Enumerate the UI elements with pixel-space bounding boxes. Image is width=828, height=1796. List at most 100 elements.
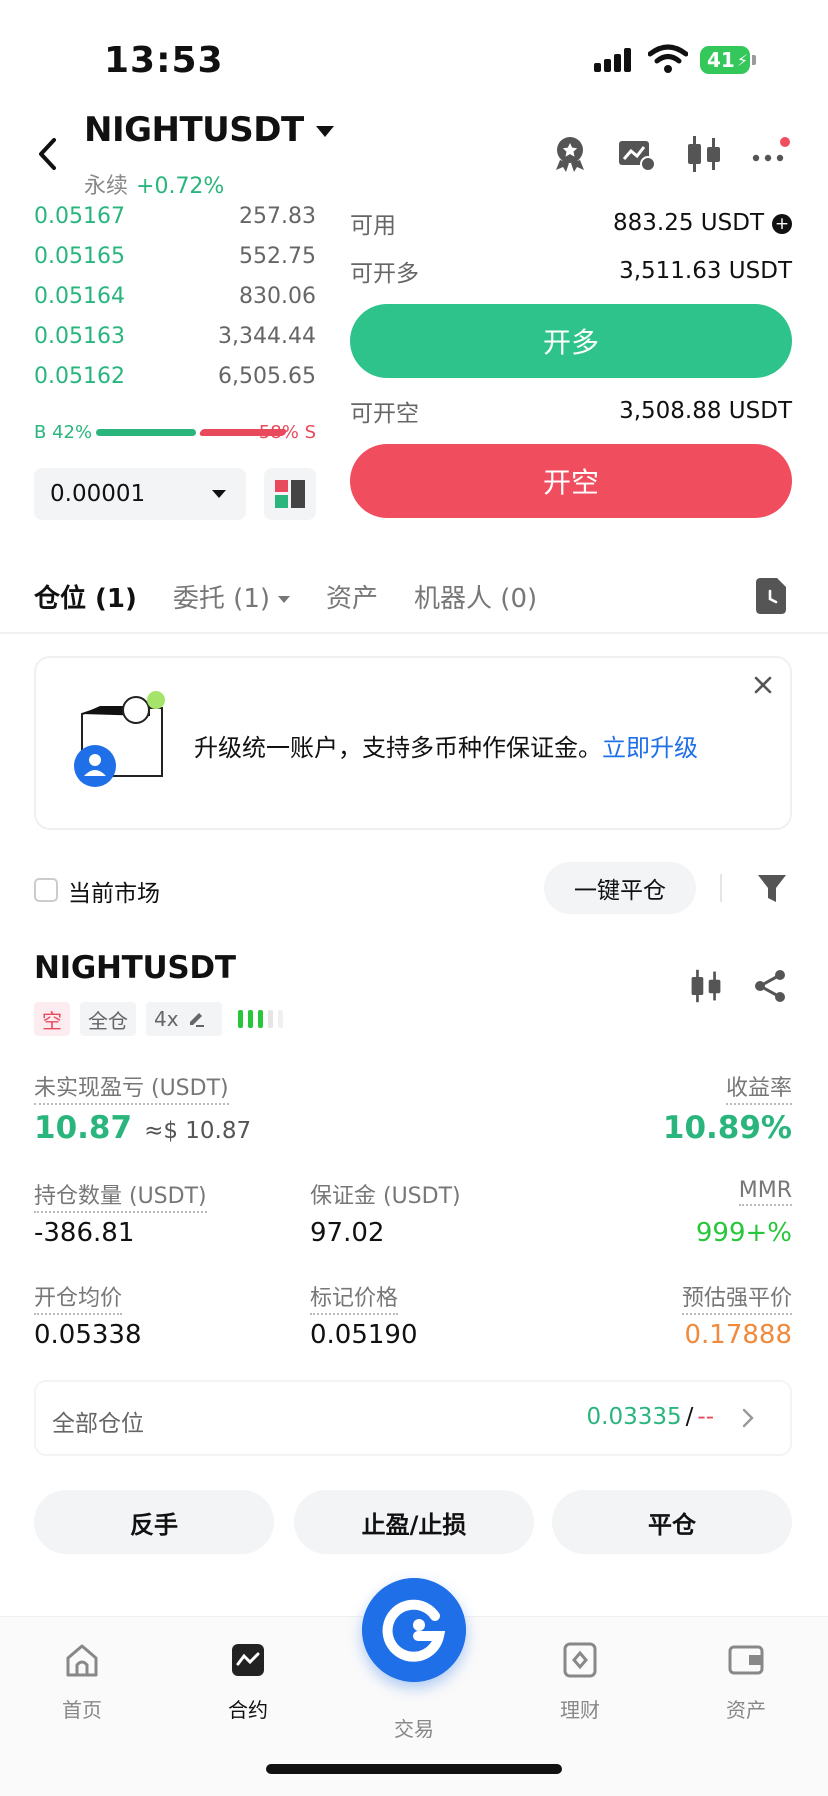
buy-ratio-bar — [96, 429, 196, 436]
bid-price: 0.05164 — [34, 283, 125, 309]
orderbook-row[interactable]: 0.05163 3,344.44 — [34, 316, 316, 356]
buy-ratio: B 42% — [34, 422, 93, 443]
cellular-signal-icon — [594, 48, 638, 72]
reverse-button[interactable]: 反手 — [34, 1490, 274, 1554]
current-market-checkbox[interactable] — [34, 878, 58, 902]
entry-price-label[interactable]: 开仓均价 — [34, 1280, 123, 1315]
nav-trade[interactable]: 交易 — [354, 1713, 474, 1742]
bid-quantity: 830.06 — [239, 283, 316, 309]
open-long-button[interactable]: 开多 — [350, 304, 792, 378]
wallet-icon — [728, 1645, 764, 1675]
mark-price-label[interactable]: 标记价格 — [310, 1280, 399, 1315]
orderbook-row[interactable]: 0.05167 257.83 — [34, 196, 316, 236]
nav-home[interactable]: 首页 — [22, 1641, 142, 1723]
mmr-label[interactable]: MMR — [738, 1178, 792, 1206]
close-icon[interactable] — [748, 670, 778, 700]
current-market-label[interactable]: 当前市场 — [68, 874, 160, 908]
tabs-divider — [0, 632, 828, 634]
nav-contract[interactable]: 合约 — [188, 1641, 308, 1723]
orderbook-row[interactable]: 0.05165 552.75 — [34, 236, 316, 276]
unrealized-pnl-label[interactable]: 未实现盈亏 (USDT) — [34, 1070, 229, 1105]
tab-bots[interactable]: 机器人 (0) — [414, 578, 537, 615]
leverage-value: 4x — [154, 1007, 179, 1031]
all-positions-label: 全部仓位 — [52, 1411, 144, 1437]
unrealized-pnl-value: 10.87 — [34, 1110, 133, 1146]
margin-label: 保证金 (USDT) — [310, 1184, 461, 1209]
nav-earn[interactable]: 理财 — [520, 1641, 640, 1723]
open-short-value: 3,508.88 USDT — [619, 398, 792, 424]
upgrade-link[interactable]: 立即升级 — [602, 734, 698, 762]
leverage-tag[interactable]: 4x — [146, 1002, 222, 1036]
margin-mode-tag: 全仓 — [80, 1002, 136, 1036]
status-time: 13:53 — [104, 40, 224, 81]
position-tabs: 仓位 (1) 委托 (1) 资产 机器人 (0) — [34, 574, 537, 618]
nav-assets-label: 资产 — [726, 1698, 766, 1722]
badge-icon[interactable] — [550, 134, 590, 174]
home-icon — [66, 1644, 98, 1677]
orderbook-row[interactable]: 0.05164 830.06 — [34, 276, 316, 316]
open-short-button[interactable]: 开空 — [350, 444, 792, 518]
close-all-button[interactable]: 一键平仓 — [544, 862, 696, 914]
filter-icon[interactable] — [756, 872, 788, 906]
stop-loss-value: -- — [697, 1404, 714, 1430]
edit-icon — [189, 1013, 204, 1027]
chart-settings-icon[interactable] — [616, 134, 656, 174]
earn-icon — [563, 1642, 597, 1678]
tab-positions[interactable]: 仓位 (1) — [34, 578, 137, 615]
nav-contract-label: 合约 — [228, 1698, 268, 1722]
candlestick-icon[interactable] — [688, 968, 724, 1004]
liquidation-price-label[interactable]: 预估强平价 — [681, 1280, 792, 1315]
precision-value: 0.00001 — [50, 481, 146, 507]
open-long-label: 可开多 — [350, 261, 419, 287]
mark-price-value: 0.05190 — [310, 1320, 418, 1350]
more-menu-icon[interactable] — [750, 134, 790, 174]
back-icon[interactable] — [34, 136, 64, 172]
orderbook-row[interactable]: 0.05162 6,505.65 — [34, 356, 316, 396]
position-size-value: -386.81 — [34, 1218, 135, 1248]
history-document-icon[interactable] — [756, 578, 786, 614]
buy-sell-ratio: B 42% 58% S — [34, 420, 316, 444]
tpsl-button[interactable]: 止盈/止损 — [294, 1490, 534, 1554]
roe-label[interactable]: 收益率 — [725, 1070, 792, 1105]
entry-price-value: 0.05338 — [34, 1320, 142, 1350]
unified-account-icon — [74, 691, 165, 787]
wifi-icon — [648, 44, 688, 73]
take-profit-value: 0.03335 — [586, 1404, 682, 1430]
upgrade-message: 升级统一账户，支持多币种作保证金。 — [194, 734, 602, 762]
liquidation-price-value: 0.17888 — [684, 1320, 792, 1350]
sell-ratio: 58% S — [258, 422, 316, 443]
risk-level-icon — [238, 1010, 283, 1028]
available-value: 883.25 USDT — [613, 210, 764, 236]
symbol-dropdown-icon[interactable] — [316, 126, 334, 137]
tab-orders[interactable]: 委托 (1) — [172, 578, 291, 615]
margin-value: 97.02 — [310, 1218, 385, 1248]
orderbook-layout-icon[interactable] — [264, 468, 316, 520]
open-long-row: 可开多 3,511.63 USDT — [350, 254, 792, 288]
contract-icon — [232, 1644, 264, 1676]
tab-orders-label: 委托 (1) — [172, 583, 271, 614]
add-funds-icon[interactable]: + — [772, 213, 792, 234]
tab-assets[interactable]: 资产 — [326, 578, 378, 615]
chevron-down-icon — [278, 595, 291, 603]
unrealized-pnl: 10.87 ≈$ 10.87 — [34, 1110, 251, 1146]
trade-fab-icon[interactable] — [362, 1578, 466, 1682]
unrealized-pnl-usd: ≈$ 10.87 — [144, 1118, 252, 1144]
chevron-right-icon — [742, 1408, 754, 1428]
nav-earn-label: 理财 — [560, 1698, 600, 1722]
candlestick-icon[interactable] — [684, 134, 724, 174]
nav-home-label: 首页 — [62, 1698, 102, 1722]
bid-quantity: 3,344.44 — [218, 323, 316, 349]
bid-quantity: 257.83 — [239, 203, 316, 229]
precision-select[interactable]: 0.00001 — [34, 468, 246, 520]
home-indicator — [266, 1764, 562, 1774]
roe-value: 10.89% — [662, 1110, 792, 1146]
position-size-label[interactable]: 持仓数量 (USDT) — [34, 1178, 207, 1213]
nav-assets[interactable]: 资产 — [686, 1641, 806, 1723]
open-short-row: 可开空 3,508.88 USDT — [350, 394, 792, 428]
bid-quantity: 552.75 — [239, 243, 316, 269]
symbol-title[interactable]: NIGHTUSDT — [84, 110, 304, 150]
share-icon[interactable] — [752, 968, 788, 1004]
upgrade-banner-text: 升级统一账户，支持多币种作保证金。立即升级 — [194, 728, 698, 763]
close-position-button[interactable]: 平仓 — [552, 1490, 792, 1554]
battery-indicator: 41 ⚡ — [700, 46, 750, 74]
